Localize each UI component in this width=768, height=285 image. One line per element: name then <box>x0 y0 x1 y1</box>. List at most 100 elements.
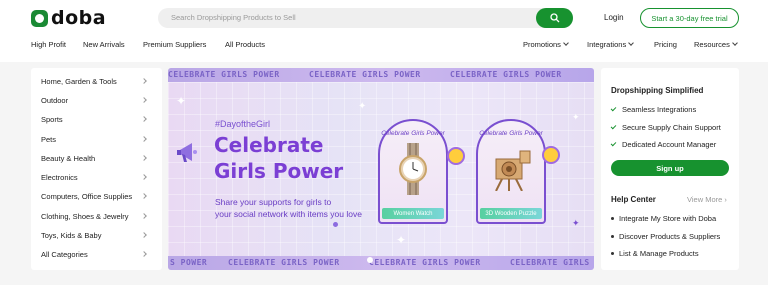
panel-title: Dropshipping Simplified <box>611 86 704 95</box>
signup-button[interactable]: Sign up <box>611 160 729 176</box>
arch-title: Celebrate Girls Power <box>479 130 543 137</box>
band-text: CELEBRATE GIRLS POWER <box>309 70 421 79</box>
headline-line-2: Girls Power <box>214 159 344 183</box>
chevron-right-icon <box>141 97 147 103</box>
bullet-icon <box>611 217 614 220</box>
feature-item: Seamless Integrations <box>610 105 696 114</box>
search-button[interactable] <box>536 8 573 28</box>
sparkle-icon: ✦ <box>572 218 580 228</box>
nav-all-products[interactable]: All Products <box>225 40 265 49</box>
band-text: CELEBRATE GIRLS POWER <box>168 70 280 79</box>
sparkle-icon: ✦ <box>176 94 187 108</box>
nav-high-profit[interactable]: High Profit <box>31 40 66 49</box>
category-label: Computers, Office Supplies <box>41 192 133 201</box>
category-item[interactable]: Sports <box>41 115 156 129</box>
help-item-label: Discover Products & Suppliers <box>619 232 721 241</box>
decor-dot <box>333 222 338 227</box>
chevron-right-icon <box>141 116 147 122</box>
chevron-right-icon <box>141 174 147 180</box>
chevron-right-icon <box>141 213 147 219</box>
nav-resources-label: Resources <box>694 40 730 49</box>
view-more-link[interactable]: View More › <box>687 195 727 204</box>
nav-new-arrivals[interactable]: New Arrivals <box>83 40 125 49</box>
band-text: CELEBRATE GIRLS POWER <box>369 258 481 267</box>
banner-headline: Celebrate Girls Power <box>214 132 343 184</box>
chevron-down-icon <box>732 40 738 46</box>
promo-banner[interactable]: CELEBRATE GIRLS POWER CELEBRATE GIRLS PO… <box>168 68 594 270</box>
search-icon <box>549 13 559 23</box>
help-item[interactable]: Discover Products & Suppliers <box>611 232 720 241</box>
product-label-puzzle: 3D Wooden Puzzle <box>480 208 542 219</box>
smiley-badge-icon <box>447 147 465 165</box>
chevron-down-icon <box>628 40 635 46</box>
category-label: Outdoor <box>41 96 69 105</box>
chevron-right-icon <box>141 136 147 142</box>
band-text: CELEBRATE GIRLS POWER <box>228 258 340 267</box>
check-icon <box>610 105 617 112</box>
bullet-icon <box>611 252 614 255</box>
nav-pricing[interactable]: Pricing <box>654 40 677 49</box>
carousel-dot-active[interactable] <box>367 257 373 263</box>
info-panel: Dropshipping Simplified Seamless Integra… <box>601 68 739 270</box>
bullet-icon <box>611 235 614 238</box>
category-item[interactable]: Pets <box>41 135 156 149</box>
help-item-label: Integrate My Store with Doba <box>619 214 717 223</box>
feature-label: Dedicated Account Manager <box>622 140 717 149</box>
category-label: Beauty & Health <box>41 154 96 163</box>
check-icon <box>610 123 617 130</box>
help-item-label: List & Manage Products <box>619 249 699 258</box>
search-input[interactable]: Search Dropshipping Products to Sell <box>171 13 296 22</box>
category-label: Pets <box>41 135 57 144</box>
category-label: Clothing, Shoes & Jewelry <box>41 212 129 221</box>
chevron-right-icon <box>141 193 147 199</box>
search-bar[interactable]: Search Dropshipping Products to Sell <box>158 8 573 28</box>
subtext-line-1: Share your supports for girls to <box>215 197 332 207</box>
feature-item: Secure Supply Chain Support <box>610 123 721 132</box>
sparkle-icon: ✦ <box>358 101 367 112</box>
category-item[interactable]: Beauty & Health <box>41 154 156 168</box>
top-header: doba Search Dropshipping Products to Sel… <box>0 0 768 62</box>
category-label: Electronics <box>41 173 78 182</box>
nav-premium-suppliers[interactable]: Premium Suppliers <box>143 40 206 49</box>
category-item[interactable]: Electronics <box>41 173 156 187</box>
smiley-badge-icon <box>542 146 560 164</box>
band-text: CELEBRATE GIRLS POWER <box>510 258 594 267</box>
wooden-camera-image <box>495 150 531 191</box>
login-link[interactable]: Login <box>604 13 624 22</box>
nav-integrations[interactable]: Integrations <box>587 40 635 49</box>
product-label-watch: Women Watch <box>382 208 444 219</box>
sparkle-icon: ✦ <box>572 112 580 122</box>
category-item[interactable]: Outdoor <box>41 96 156 110</box>
category-label: All Categories <box>41 250 88 259</box>
category-item[interactable]: Computers, Office Supplies <box>41 192 156 206</box>
banner-bottom-band: S POWER CELEBRATE GIRLS POWER CELEBRATE … <box>168 256 594 270</box>
band-text: CELEBRATE GIRLS POWER <box>450 70 562 79</box>
category-label: Home, Garden & Tools <box>41 77 117 86</box>
nav-promotions-label: Promotions <box>523 40 561 49</box>
free-trial-button[interactable]: Start a 30-day free trial <box>640 8 739 28</box>
category-sidebar: Home, Garden & Tools Outdoor Sports Pets… <box>31 68 162 270</box>
chevron-right-icon: › <box>724 195 727 204</box>
nav-integrations-label: Integrations <box>587 40 627 49</box>
feature-item: Dedicated Account Manager <box>610 140 717 149</box>
product-card-watch[interactable]: Celebrate Girls Power Women Watch <box>378 119 448 224</box>
feature-label: Secure Supply Chain Support <box>622 123 721 132</box>
brand-name: doba <box>51 7 107 29</box>
watch-image <box>399 143 427 195</box>
category-item[interactable]: Home, Garden & Tools <box>41 77 156 91</box>
product-card-puzzle[interactable]: Celebrate Girls Power 3D Wooden Puzzle <box>476 119 546 224</box>
banner-top-band: CELEBRATE GIRLS POWER CELEBRATE GIRLS PO… <box>168 68 594 82</box>
sparkle-icon: ✦ <box>396 233 407 247</box>
category-item[interactable]: Clothing, Shoes & Jewelry <box>41 212 156 226</box>
nav-promotions[interactable]: Promotions <box>523 40 569 49</box>
help-item[interactable]: List & Manage Products <box>611 249 699 258</box>
category-item-all[interactable]: All Categories <box>41 250 156 264</box>
check-icon <box>610 140 617 147</box>
category-item[interactable]: Toys, Kids & Baby <box>41 231 156 245</box>
help-center-title: Help Center <box>611 195 656 204</box>
category-label: Sports <box>41 115 63 124</box>
nav-resources[interactable]: Resources <box>694 40 738 49</box>
chevron-down-icon <box>563 40 569 46</box>
doba-logo[interactable]: doba <box>31 8 106 28</box>
help-item[interactable]: Integrate My Store with Doba <box>611 214 716 223</box>
